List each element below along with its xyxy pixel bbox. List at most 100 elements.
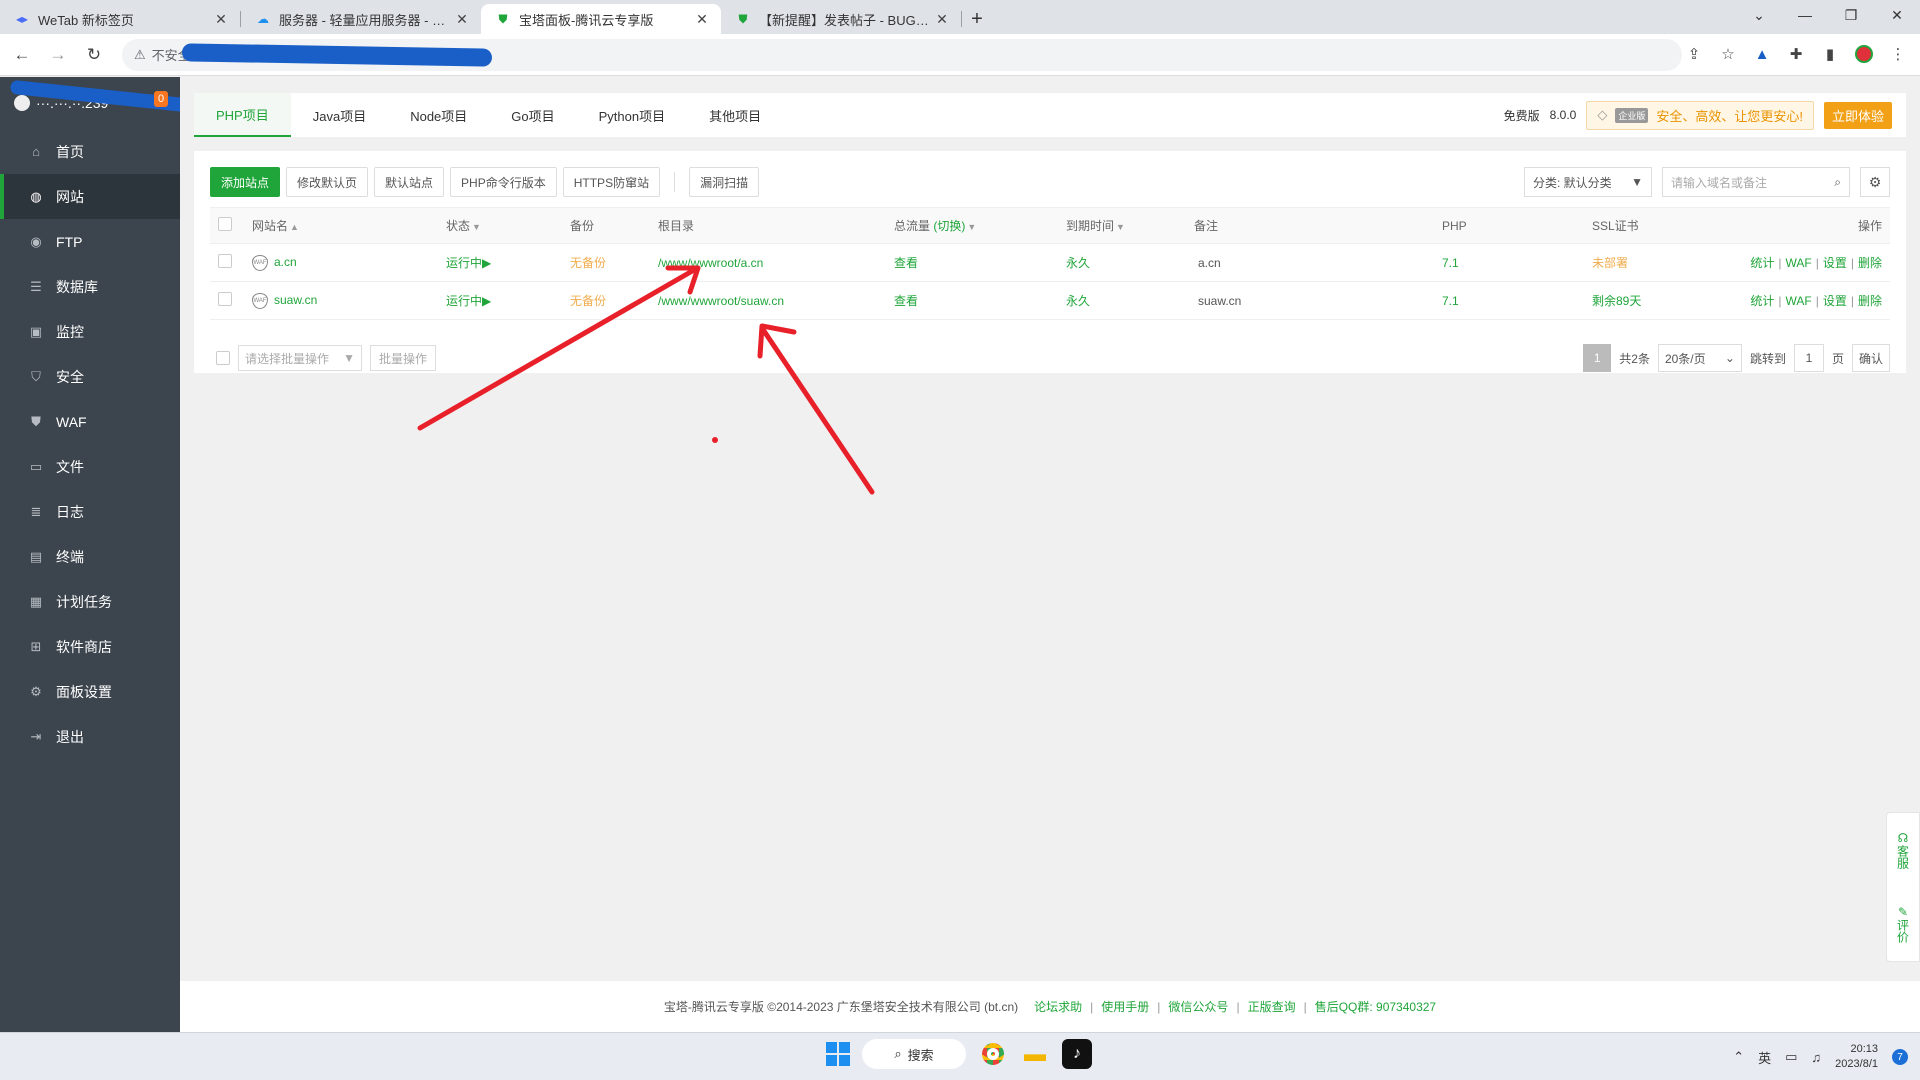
windows-start-icon[interactable]: [826, 1042, 850, 1066]
extension-drive-icon[interactable]: ▲: [1752, 40, 1772, 68]
status-running[interactable]: 运行中: [446, 294, 482, 308]
expire-link[interactable]: 永久: [1066, 294, 1090, 308]
tab-go[interactable]: Go项目: [489, 93, 576, 137]
col-name[interactable]: 网站名 ▲: [244, 207, 438, 244]
browser-tab-bug[interactable]: ⛊ 【新提醒】发表帖子 - BUG提交 ✕: [721, 4, 961, 34]
taskbar-search[interactable]: ⌕ 搜索: [862, 1039, 966, 1069]
close-window-icon[interactable]: ✕: [1874, 0, 1920, 30]
restore-icon[interactable]: ❐: [1828, 0, 1874, 30]
sidebar-item-monitor[interactable]: ▣ 监控: [0, 309, 180, 354]
share-icon[interactable]: ⇪: [1684, 40, 1704, 68]
footer-link-qq[interactable]: 售后QQ群: 907340327: [1315, 998, 1436, 1015]
sidebar-item-logout[interactable]: ⇥ 退出: [0, 714, 180, 759]
sidebar-item-database[interactable]: ☰ 数据库: [0, 264, 180, 309]
col-expire[interactable]: 到期时间 ▼: [1058, 207, 1186, 244]
category-select[interactable]: 分类: 默认分类 ▼: [1524, 167, 1652, 197]
message-badge[interactable]: 0: [154, 91, 169, 107]
ssl-status[interactable]: 未部署: [1592, 256, 1628, 270]
add-site-button[interactable]: 添加站点: [210, 167, 281, 197]
tab-python[interactable]: Python项目: [577, 93, 687, 137]
waf-shield-icon[interactable]: WAF: [252, 254, 268, 271]
op-settings-link[interactable]: 设置: [1823, 256, 1847, 270]
expire-link[interactable]: 永久: [1066, 256, 1090, 270]
footer-link-forum[interactable]: 论坛求助: [1034, 998, 1082, 1015]
default-site-button[interactable]: 默认站点: [374, 167, 445, 197]
ime-indicator[interactable]: 英: [1758, 1048, 1771, 1067]
sidebar-item-logs[interactable]: ≣ 日志: [0, 489, 180, 534]
https-anti-hijack-button[interactable]: HTTPS防窜站: [562, 167, 661, 197]
php-cli-version-button[interactable]: PHP命令行版本: [450, 167, 557, 197]
tab-java[interactable]: Java项目: [291, 93, 388, 137]
remark-text[interactable]: suaw.cn: [1194, 294, 1241, 308]
sidebar-item-security[interactable]: ⛉ 安全: [0, 354, 180, 399]
new-tab-button[interactable]: +: [962, 4, 992, 34]
tab-node[interactable]: Node项目: [388, 93, 489, 137]
page-current[interactable]: 1: [1583, 344, 1612, 372]
waf-shield-icon[interactable]: WAF: [252, 292, 268, 309]
search-input[interactable]: 请输入域名或备注 ⌕: [1662, 167, 1850, 197]
search-icon[interactable]: ⌕: [1834, 175, 1841, 190]
traffic-view-link[interactable]: 查看: [894, 256, 918, 270]
puzzle-icon[interactable]: ✚: [1786, 40, 1806, 68]
sidepanel-icon[interactable]: ▮: [1820, 40, 1840, 68]
file-explorer-icon[interactable]: ▬: [1020, 1039, 1050, 1069]
network-icon[interactable]: ▭: [1785, 1049, 1797, 1065]
footer-link-license[interactable]: 正版查询: [1248, 998, 1296, 1015]
footer-link-manual[interactable]: 使用手册: [1101, 998, 1149, 1015]
star-icon[interactable]: ☆: [1718, 40, 1738, 68]
backup-link[interactable]: 无备份: [570, 256, 606, 270]
profile-avatar[interactable]: [1854, 40, 1874, 68]
php-version-link[interactable]: 7.1: [1442, 256, 1459, 270]
op-delete-link[interactable]: 删除: [1858, 256, 1882, 270]
root-path-link[interactable]: /www/wwwroot/a.cn: [658, 256, 763, 270]
browser-tab-wetab[interactable]: ◂▸ WeTab 新标签页 ✕: [0, 4, 240, 34]
browser-tab-bt[interactable]: ⛊ 宝塔面板-腾讯云专享版 ✕: [481, 4, 721, 34]
version-label[interactable]: 8.0.0: [1550, 108, 1577, 122]
forward-icon[interactable]: →: [44, 41, 72, 69]
sidebar-item-store[interactable]: ⊞ 软件商店: [0, 624, 180, 669]
col-status[interactable]: 状态 ▼: [438, 207, 562, 244]
clock[interactable]: 20:13 2023/8/1: [1835, 1042, 1878, 1072]
per-page-select[interactable]: 20条/页 ⌄: [1657, 344, 1742, 372]
sidebar-item-home[interactable]: ⌂ 首页: [0, 129, 180, 174]
browser-tab-server[interactable]: ☁ 服务器 - 轻量应用服务器 - 控制台 ✕: [241, 4, 481, 34]
sidebar-item-files[interactable]: ▭ 文件: [0, 444, 180, 489]
chrome-icon[interactable]: [978, 1039, 1008, 1069]
select-all-checkbox[interactable]: [218, 217, 232, 231]
reload-icon[interactable]: ↻: [80, 41, 108, 69]
traffic-view-link[interactable]: 查看: [894, 294, 918, 308]
op-stats-link[interactable]: 统计: [1750, 256, 1774, 270]
op-waf-link[interactable]: WAF: [1786, 256, 1812, 270]
status-running[interactable]: 运行中: [446, 256, 482, 270]
server-header[interactable]: ···.···.··.239 0: [0, 77, 189, 129]
op-settings-link[interactable]: 设置: [1823, 294, 1847, 308]
jump-confirm-button[interactable]: 确认: [1851, 344, 1890, 372]
back-icon[interactable]: ←: [8, 41, 36, 69]
ssl-status[interactable]: 剩余89天: [1592, 294, 1641, 308]
op-waf-link[interactable]: WAF: [1786, 294, 1812, 308]
jump-input[interactable]: 1: [1793, 344, 1824, 372]
batch-button[interactable]: 批量操作: [370, 345, 437, 371]
address-bar[interactable]: ⚠ 不安全: [122, 38, 1682, 71]
gear-icon[interactable]: ⚙: [1860, 167, 1890, 197]
traffic-switch-link[interactable]: (切换): [933, 219, 965, 233]
row-checkbox[interactable]: [218, 292, 232, 306]
volume-icon[interactable]: ♫: [1811, 1050, 1821, 1065]
php-version-link[interactable]: 7.1: [1442, 294, 1459, 308]
edit-default-page-button[interactable]: 修改默认页: [286, 167, 369, 197]
footer-link-wechat[interactable]: 微信公众号: [1168, 998, 1228, 1015]
close-icon[interactable]: ✕: [453, 11, 471, 28]
close-icon[interactable]: ✕: [212, 11, 230, 28]
notification-badge[interactable]: 7: [1892, 1049, 1908, 1065]
sidebar-item-terminal[interactable]: ▤ 终端: [0, 534, 180, 579]
enterprise-promo[interactable]: ◇ 企业版 安全、高效、让您更安心!: [1586, 100, 1814, 130]
tiktok-icon[interactable]: ♪: [1062, 1039, 1092, 1069]
op-delete-link[interactable]: 删除: [1858, 294, 1882, 308]
backup-link[interactable]: 无备份: [570, 294, 606, 308]
tab-search-icon[interactable]: ⌄: [1736, 0, 1782, 30]
root-path-link[interactable]: /www/wwwroot/suaw.cn: [658, 294, 784, 308]
remark-text[interactable]: a.cn: [1194, 256, 1221, 270]
site-name-link[interactable]: a.cn: [274, 255, 297, 269]
site-name-link[interactable]: suaw.cn: [274, 293, 317, 307]
sidebar-item-ftp[interactable]: ◉ FTP: [0, 219, 180, 264]
